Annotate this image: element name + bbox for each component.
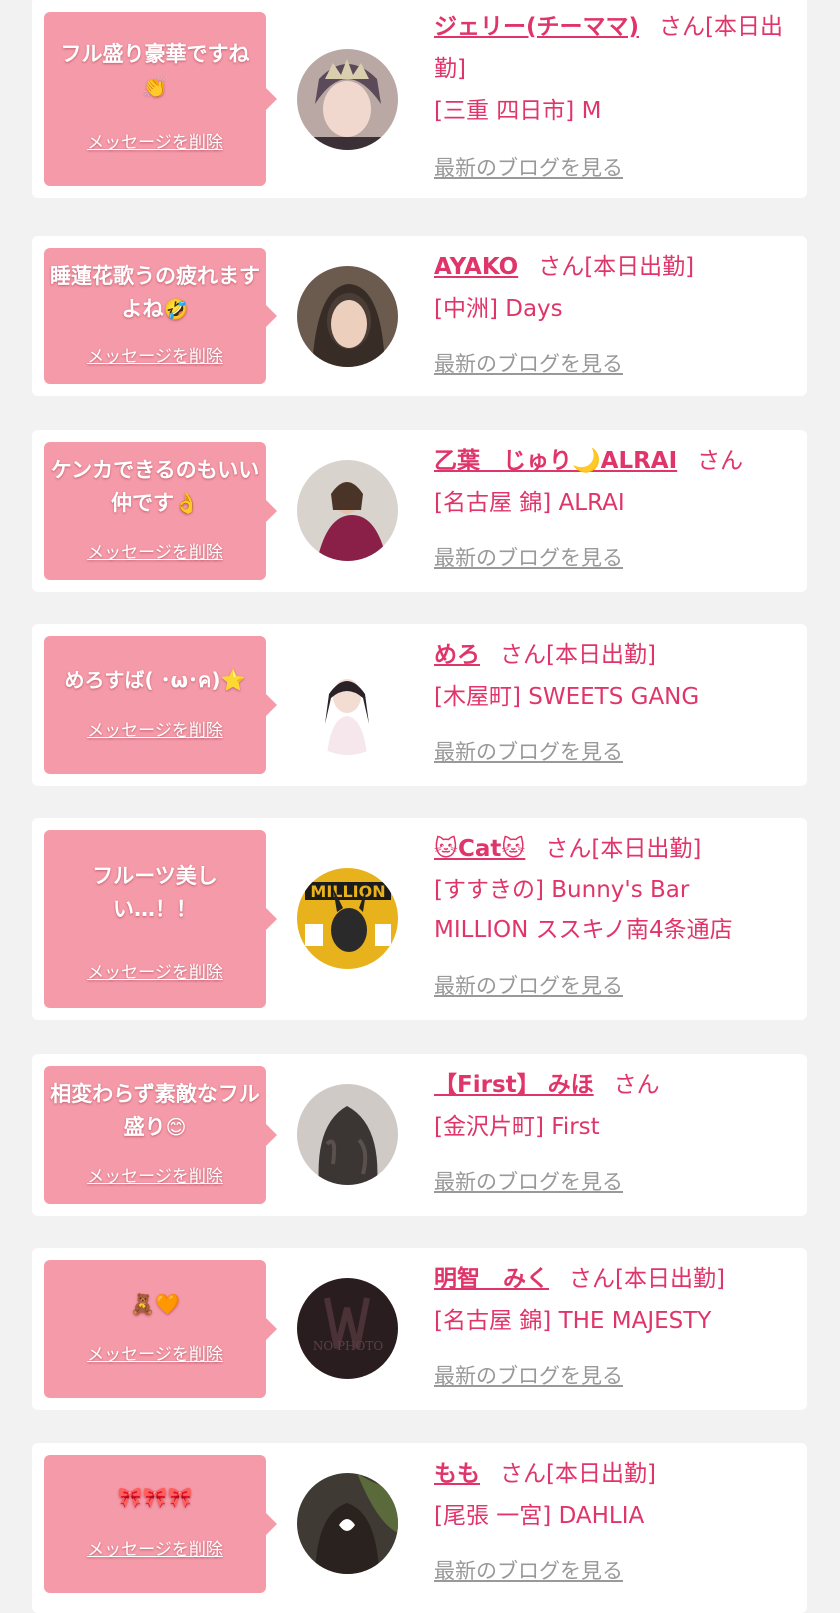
latest-blog-link[interactable]: 最新のブログを見る xyxy=(434,1555,623,1585)
avatar[interactable] xyxy=(297,1084,398,1185)
cast-info: AYAKO さん[本日出勤] [中洲] Days xyxy=(434,246,789,330)
svg-text:NO PHOTO: NO PHOTO xyxy=(313,1339,384,1353)
cast-name-link[interactable]: 乙葉 じゅり🌙ALRAI xyxy=(434,448,677,474)
cast-status: さん[本日出勤] xyxy=(545,836,702,862)
cast-info: ジェリー(チーママ) さん[本日出勤] [三重 四日市] M xyxy=(434,6,789,132)
shop-label: [すすきの] Bunny's Bar MILLION ススキノ南4条通店 xyxy=(434,877,733,943)
delete-message-link[interactable]: メッセージを削除 xyxy=(44,716,266,741)
cast-info: もも さん[本日出勤] [尾張 一宮] DAHLIA xyxy=(434,1453,789,1537)
message-card: ケンカできるのもいい仲です👌 メッセージを削除 乙葉 じゅり🌙ALRAI さん [… xyxy=(32,430,807,592)
shop-label: [金沢片町] First xyxy=(434,1114,600,1140)
avatar[interactable] xyxy=(297,460,398,561)
message-bubble: 🧸🧡 メッセージを削除 xyxy=(44,1260,277,1398)
message-text: 睡蓮花歌うの疲れますよね🤣 xyxy=(50,264,260,321)
message-card: 🎀🎀🎀 メッセージを削除 もも さん[本日出勤] [尾張 一宮] DAHLIA 最… xyxy=(32,1443,807,1613)
message-text: めろすば( ･ω･ค)⭐ xyxy=(64,668,246,692)
latest-blog-link[interactable]: 最新のブログを見る xyxy=(434,1166,623,1196)
avatar[interactable] xyxy=(297,654,398,755)
cast-name-link[interactable]: ジェリー(チーママ) xyxy=(434,14,639,40)
cast-name-link[interactable]: もも xyxy=(434,1461,480,1487)
cast-status: さん[本日出勤] xyxy=(538,254,695,280)
delete-message-link[interactable]: メッセージを削除 xyxy=(44,1162,266,1187)
cast-name-link[interactable]: AYAKO xyxy=(434,254,518,280)
avatar[interactable]: NO PHOTO xyxy=(297,1278,398,1379)
message-card: 睡蓮花歌うの疲れますよね🤣 メッセージを削除 AYAKO さん[本日出勤] [中洲… xyxy=(32,236,807,396)
latest-blog-link[interactable]: 最新のブログを見る xyxy=(434,970,623,1000)
cast-info: 乙葉 じゅり🌙ALRAI さん [名古屋 錦] ALRAI xyxy=(434,440,789,524)
message-bubble: フルーツ美しい…！！ メッセージを削除 xyxy=(44,830,277,1008)
cast-status: さん[本日出勤] xyxy=(500,642,656,668)
message-text: ケンカできるのもいい仲です👌 xyxy=(50,458,260,515)
avatar[interactable] xyxy=(297,1473,398,1574)
delete-message-link[interactable]: メッセージを削除 xyxy=(44,128,266,153)
latest-blog-link[interactable]: 最新のブログを見る xyxy=(434,1360,623,1390)
shop-label: [三重 四日市] M xyxy=(434,98,602,124)
message-bubble: めろすば( ･ω･ค)⭐ メッセージを削除 xyxy=(44,636,277,774)
cast-status: さん xyxy=(697,448,744,474)
message-text: フルーツ美しい…！！ xyxy=(92,864,218,921)
latest-blog-link[interactable]: 最新のブログを見る xyxy=(434,152,623,182)
message-bubble: 🎀🎀🎀 メッセージを削除 xyxy=(44,1455,277,1593)
cast-status: さん[本日出勤] xyxy=(569,1266,725,1292)
latest-blog-link[interactable]: 最新のブログを見る xyxy=(434,542,623,572)
shop-label: [名古屋 錦] ALRAI xyxy=(434,490,625,516)
message-bubble: フル盛り豪華ですね👏 メッセージを削除 xyxy=(44,12,277,186)
message-text: 🧸🧡 xyxy=(130,1292,180,1316)
message-card: フルーツ美しい…！！ メッセージを削除 MILLION 🐱Cat🐱 さん[本日出勤… xyxy=(32,818,807,1020)
latest-blog-link[interactable]: 最新のブログを見る xyxy=(434,348,623,378)
shop-label: [中洲] Days xyxy=(434,296,563,322)
shop-label: [木屋町] SWEETS GANG xyxy=(434,684,700,710)
cast-info: 明智 みく さん[本日出勤] [名古屋 錦] THE MAJESTY xyxy=(434,1258,789,1342)
shop-label: [名古屋 錦] THE MAJESTY xyxy=(434,1308,712,1334)
shop-label: [尾張 一宮] DAHLIA xyxy=(434,1503,645,1529)
latest-blog-link[interactable]: 最新のブログを見る xyxy=(434,736,623,766)
avatar[interactable]: MILLION xyxy=(297,868,398,969)
svg-text:MILLION: MILLION xyxy=(310,882,385,901)
cast-name-link[interactable]: 🐱Cat🐱 xyxy=(434,836,525,862)
cast-status: さん xyxy=(613,1072,660,1098)
cast-info: 【First】 みほ さん [金沢片町] First xyxy=(434,1064,789,1148)
cast-info: めろ さん[本日出勤] [木屋町] SWEETS GANG xyxy=(434,634,789,718)
message-card: フル盛り豪華ですね👏 メッセージを削除 ジェリー(チーママ) さん[本日出勤] [… xyxy=(32,0,807,198)
cast-info: 🐱Cat🐱 さん[本日出勤] [すすきの] Bunny's Bar MILLION… xyxy=(434,828,789,950)
cast-name-link[interactable]: めろ xyxy=(434,642,480,668)
message-card: めろすば( ･ω･ค)⭐ メッセージを削除 めろ さん[本日出勤] [木屋町] S… xyxy=(32,624,807,786)
avatar[interactable] xyxy=(297,49,398,150)
delete-message-link[interactable]: メッセージを削除 xyxy=(44,1535,266,1560)
message-card: 相変わらず素敵なフル盛り😊 メッセージを削除 【First】 みほ さん [金沢片… xyxy=(32,1054,807,1216)
delete-message-link[interactable]: メッセージを削除 xyxy=(44,958,266,983)
message-card: 🧸🧡 メッセージを削除 NO PHOTO 明智 みく さん[本日出勤] [名古屋 … xyxy=(32,1248,807,1410)
message-text: 相変わらず素敵なフル盛り😊 xyxy=(50,1082,260,1139)
delete-message-link[interactable]: メッセージを削除 xyxy=(44,538,266,563)
avatar[interactable] xyxy=(297,266,398,367)
message-bubble: 相変わらず素敵なフル盛り😊 メッセージを削除 xyxy=(44,1066,277,1204)
message-text: 🎀🎀🎀 xyxy=(117,1485,193,1509)
cast-name-link[interactable]: 明智 みく xyxy=(434,1266,549,1292)
message-bubble: ケンカできるのもいい仲です👌 メッセージを削除 xyxy=(44,442,277,580)
cast-name-link[interactable]: 【First】 みほ xyxy=(434,1072,594,1098)
cast-status: さん[本日出勤] xyxy=(500,1461,656,1487)
message-bubble: 睡蓮花歌うの疲れますよね🤣 メッセージを削除 xyxy=(44,248,277,384)
delete-message-link[interactable]: メッセージを削除 xyxy=(44,342,266,367)
delete-message-link[interactable]: メッセージを削除 xyxy=(44,1340,266,1365)
message-text: フル盛り豪華ですね👏 xyxy=(60,42,250,99)
